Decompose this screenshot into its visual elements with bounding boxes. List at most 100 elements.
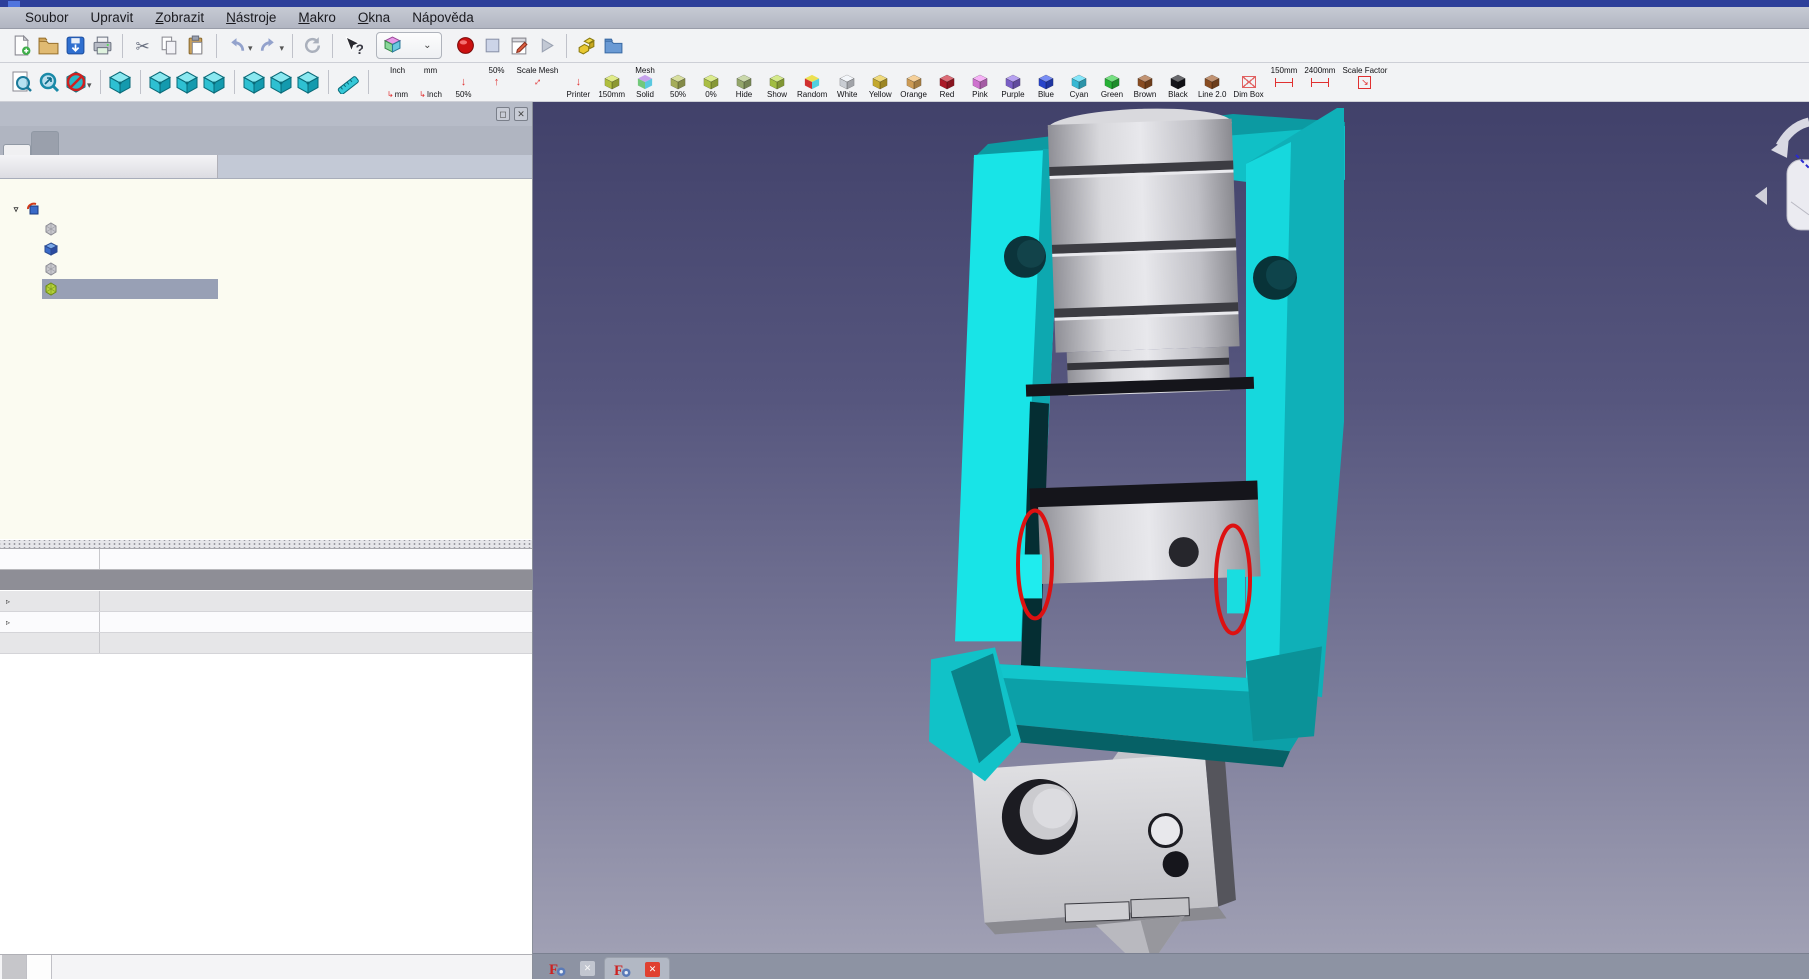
cut-button[interactable]: ✂ — [129, 32, 156, 59]
macro-blue-button[interactable]: Blue — [1033, 65, 1059, 99]
tree-item[interactable] — [0, 239, 532, 259]
macro-record-button[interactable] — [452, 32, 479, 59]
nav-arrow-left-icon[interactable] — [1755, 187, 1767, 205]
macro-pink-button[interactable]: Pink — [967, 65, 993, 99]
macro-cyan-button[interactable]: Cyan — [1066, 65, 1092, 99]
toolbar-separator — [292, 34, 293, 58]
property-row-label[interactable] — [0, 633, 532, 654]
macro-brown-button[interactable]: Brown — [1132, 65, 1158, 99]
tab-hotend-sestava[interactable]: F ✕ — [604, 957, 670, 979]
macro-red-button[interactable]: Red — [934, 65, 960, 99]
new-document-button[interactable] — [8, 32, 35, 59]
menu-makro[interactable]: Makro — [287, 8, 347, 27]
toolbar-view: ▾ Inch↳mm mm↳Inch ↓50% 50%↑ Scale Mesh↕↓Prin… — [0, 63, 1809, 102]
macro-orange-button[interactable]: Orange — [900, 65, 927, 99]
property-group[interactable] — [0, 570, 532, 591]
redo-button[interactable] — [255, 32, 282, 59]
navigation-cube[interactable] — [1755, 122, 1809, 230]
expand-arrow-icon[interactable]: ▹ — [6, 597, 16, 606]
float-panel-icon[interactable]: ◻ — [496, 107, 510, 121]
macro-scale-mesh-button[interactable]: Scale Mesh↕ — [517, 65, 559, 99]
bottom-view-button[interactable] — [268, 69, 295, 96]
macro-edit-button[interactable] — [506, 32, 533, 59]
whats-this-button[interactable]: ? — [339, 32, 366, 59]
workbench-selector[interactable]: ⌄ — [376, 32, 442, 59]
macro-50--button[interactable]: 50%↑ — [484, 65, 510, 99]
macro-black-button[interactable]: Black — [1165, 65, 1191, 99]
rear-view-button[interactable] — [241, 69, 268, 96]
tab-tvorba[interactable] — [31, 131, 59, 155]
folder-tool-button[interactable] — [600, 32, 627, 59]
close-panel-icon[interactable]: ✕ — [514, 107, 528, 121]
macro-solid-button[interactable]: MeshSolid — [632, 65, 658, 99]
close-tab-icon[interactable]: ✕ — [645, 962, 660, 977]
zoom-selection-button[interactable] — [35, 69, 62, 96]
window-titlebar — [0, 0, 1809, 7]
macro-50--button[interactable]: 50% — [665, 65, 691, 99]
part-tool-button[interactable] — [573, 32, 600, 59]
macro-150mm-button[interactable]: 150mm — [598, 65, 625, 99]
macro-show-button[interactable]: Show — [764, 65, 790, 99]
top-view-button[interactable] — [174, 69, 201, 96]
axonometric-view-button[interactable] — [107, 69, 134, 96]
front-view-button[interactable] — [147, 69, 174, 96]
open-file-button[interactable] — [35, 32, 62, 59]
collapse-arrow-icon[interactable]: ▿ — [8, 204, 24, 215]
splitter-handle[interactable] — [0, 539, 532, 549]
tab-start-page[interactable]: F ✕ — [540, 957, 604, 979]
macro-printer-button[interactable]: ↓Printer — [565, 65, 591, 99]
right-view-button[interactable] — [201, 69, 228, 96]
tab-model[interactable] — [3, 144, 31, 155]
undo-button[interactable] — [223, 32, 250, 59]
macro-0--button[interactable]: 0% — [698, 65, 724, 99]
macro-random-button[interactable]: Random — [797, 65, 827, 99]
macro-50--button[interactable]: ↓50% — [451, 65, 477, 99]
macro-green-button[interactable]: Green — [1099, 65, 1125, 99]
property-row-mesh[interactable]: ▹ — [0, 591, 532, 612]
menu-soubor[interactable]: Soubor — [14, 8, 80, 27]
zoom-fit-button[interactable] — [8, 69, 35, 96]
macro-mm-button[interactable]: Inch↳mm — [385, 65, 411, 99]
macro-2400mm-button[interactable]: 2400mm — [1304, 65, 1335, 99]
menu-okna[interactable]: Okna — [347, 8, 401, 27]
macro-stop-button[interactable] — [479, 32, 506, 59]
tab-pohled[interactable] — [2, 955, 27, 979]
menu-n-stroje[interactable]: Nástroje — [215, 8, 287, 27]
tree-item[interactable] — [0, 219, 532, 239]
3d-view[interactable] — [533, 102, 1809, 953]
macro-purple-button[interactable]: Purple — [1000, 65, 1026, 99]
menu-upravit[interactable]: Upravit — [80, 8, 145, 27]
toolbar-separator — [368, 70, 369, 94]
macro-hide-button[interactable]: Hide — [731, 65, 757, 99]
macro-play-button[interactable] — [533, 32, 560, 59]
tree-item-selected[interactable] — [0, 279, 532, 299]
menu-zobrazit[interactable]: Zobrazit — [144, 8, 215, 27]
redo-dropdown-icon[interactable]: ▾ — [280, 43, 285, 54]
tab-udaje[interactable] — [27, 955, 52, 979]
draw-style-button[interactable] — [62, 69, 89, 96]
expand-arrow-icon[interactable]: ▹ — [6, 618, 16, 627]
print-button[interactable] — [89, 32, 116, 59]
refresh-button[interactable] — [299, 32, 326, 59]
macro-inch-button[interactable]: mm↳Inch — [418, 65, 444, 99]
measure-distance-button[interactable] — [335, 69, 362, 96]
macro-line-2-0-button[interactable]: Line 2.0 — [1198, 65, 1226, 99]
macro-dim-box-button[interactable]: Dim Box — [1233, 65, 1263, 99]
copy-button[interactable] — [156, 32, 183, 59]
macro-yellow-button[interactable]: Yellow — [867, 65, 893, 99]
tree-item-document[interactable]: ▿ — [0, 199, 532, 219]
macro-white-button[interactable]: White — [834, 65, 860, 99]
macro-150mm-button[interactable]: 150mm — [1271, 65, 1298, 99]
property-row-placement[interactable]: ▹ — [0, 612, 532, 633]
undo-dropdown-icon[interactable]: ▾ — [248, 43, 253, 54]
paste-button[interactable] — [183, 32, 210, 59]
tree-item[interactable] — [0, 259, 532, 279]
left-view-button[interactable] — [295, 69, 322, 96]
draw-style-dropdown-icon[interactable]: ▾ — [87, 80, 92, 91]
model-tree[interactable]: ▿ — [0, 179, 532, 539]
toolbar-separator — [100, 70, 101, 94]
close-tab-icon[interactable]: ✕ — [580, 961, 595, 976]
macro-scale-factor-button[interactable]: Scale Factor↘ — [1342, 65, 1387, 99]
save-button[interactable] — [62, 32, 89, 59]
menu-n-pov-da[interactable]: Nápověda — [401, 8, 485, 27]
